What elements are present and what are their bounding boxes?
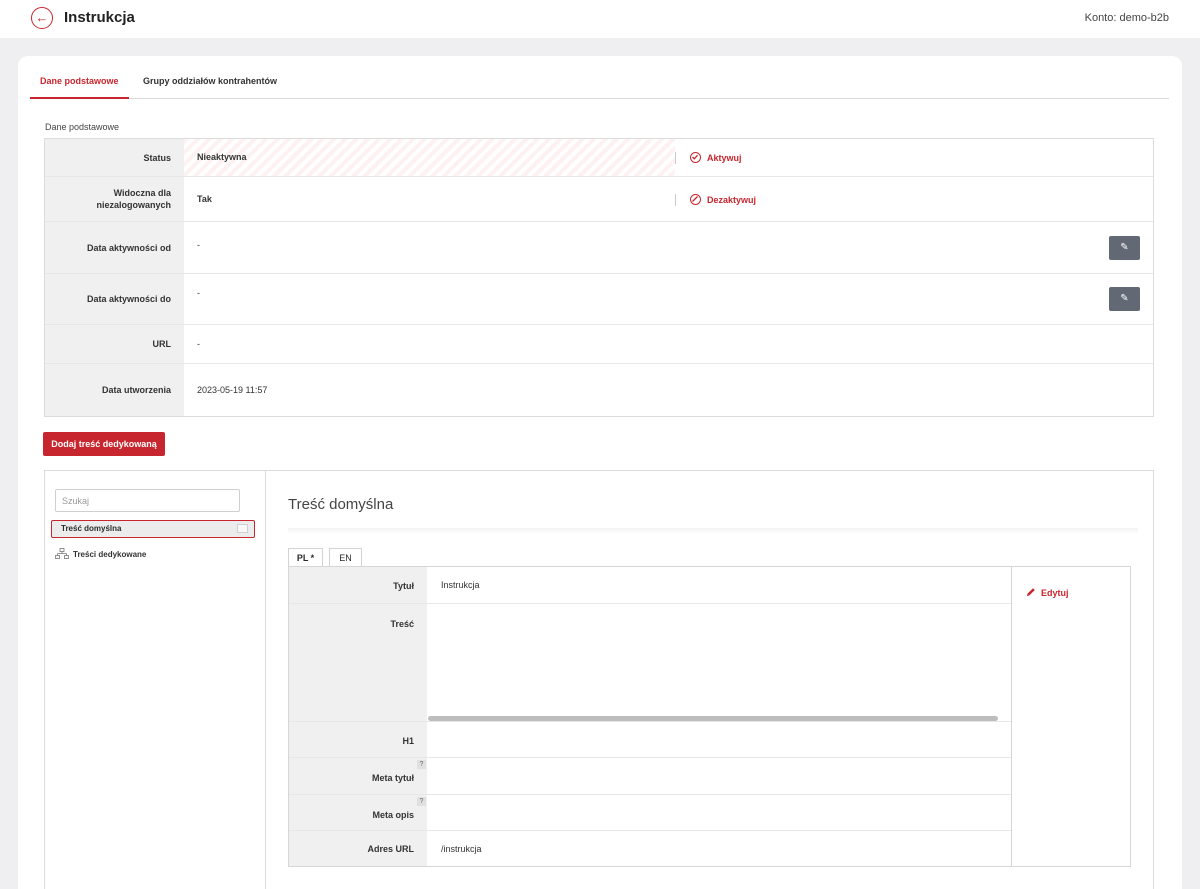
- divider: [288, 528, 1138, 534]
- main-card: Dane podstawowe Grupy oddziałów kontrahe…: [18, 56, 1182, 889]
- url-value: /instrukcja: [441, 844, 482, 854]
- url-value: -: [197, 339, 200, 349]
- date-from-value: -: [197, 240, 200, 250]
- content-fields-table: Tytuł Instrukcja Treść H1 Meta tytuł ? M…: [288, 566, 1131, 867]
- date-to-value: -: [197, 288, 200, 298]
- pencil-icon: [1026, 587, 1036, 599]
- actions-column: Edytuj: [1011, 567, 1130, 866]
- top-bar: ← Instrukcja Konto: demo-b2b: [0, 0, 1200, 38]
- deactivate-label: Dezaktywuj: [707, 194, 757, 205]
- separator: [675, 152, 676, 164]
- tab-branch-groups[interactable]: Grupy oddziałów kontrahentów: [133, 72, 293, 99]
- activate-label: Aktywuj: [707, 152, 742, 163]
- back-arrow-icon[interactable]: ←: [31, 7, 53, 29]
- edit-date-to-button[interactable]: ✎: [1109, 287, 1140, 311]
- row-h1: H1: [289, 722, 1011, 758]
- created-label: Data utworzenia: [45, 364, 184, 416]
- horizontal-scrollbar[interactable]: [428, 716, 998, 721]
- tree-item-default-content[interactable]: Treść domyślna: [51, 520, 255, 538]
- title-value: Instrukcja: [441, 580, 480, 590]
- row-body: Treść: [289, 604, 1011, 722]
- search-input[interactable]: [55, 489, 240, 512]
- account-label: Konto: demo-b2b: [1084, 12, 1169, 24]
- row-meta-title: Meta tytuł ?: [289, 758, 1011, 795]
- tree-item-label: Treść domyślna: [61, 524, 122, 533]
- page-title: Instrukcja: [64, 9, 135, 26]
- deactivate-button[interactable]: Dezaktywuj: [690, 194, 756, 205]
- h1-label: H1: [289, 722, 427, 757]
- row-date-from: Data aktywności od - ✎: [45, 222, 1153, 274]
- basic-data-table: Status Nieaktywna Aktywuj Widoczna dla n…: [44, 138, 1154, 417]
- activate-button[interactable]: Aktywuj: [690, 152, 742, 163]
- tab-bar: Dane podstawowe Grupy oddziałów kontrahe…: [30, 72, 1169, 99]
- url-label: Adres URL: [289, 831, 427, 866]
- row-title: Tytuł Instrukcja: [289, 567, 1011, 604]
- tab-basic-data[interactable]: Dane podstawowe: [30, 72, 129, 99]
- block-icon: [690, 194, 701, 205]
- row-url: Adres URL /instrukcja: [289, 831, 1011, 866]
- created-value: 2023-05-19 11:57: [197, 385, 268, 395]
- meta-desc-label: Meta opis: [289, 795, 427, 830]
- row-date-to: Data aktywności do - ✎: [45, 274, 1153, 325]
- content-panel: Treść domyślna Treści dedykowane Treść d…: [44, 470, 1154, 889]
- visible-label: Widoczna dla niezalogowanych: [45, 177, 184, 221]
- edit-content-button[interactable]: Edytuj: [1026, 587, 1069, 599]
- tree-item-dedicated-content[interactable]: Treści dedykowane: [55, 548, 146, 560]
- pencil-icon: ✎: [1120, 242, 1129, 253]
- title-label: Tytuł: [289, 567, 427, 603]
- content-title: Treść domyślna: [288, 496, 394, 513]
- date-to-label: Data aktywności do: [45, 274, 184, 324]
- status-label: Status: [45, 139, 184, 176]
- edit-label: Edytuj: [1041, 588, 1069, 598]
- pencil-icon: ✎: [1120, 293, 1129, 304]
- add-dedicated-content-button[interactable]: Dodaj treść dedykowaną: [43, 432, 165, 456]
- status-value: Nieaktywna: [197, 152, 247, 162]
- url-label: URL: [45, 325, 184, 363]
- meta-title-label: Meta tytuł: [289, 758, 427, 794]
- check-circle-icon: [690, 152, 701, 163]
- body-label: Treść: [289, 604, 427, 721]
- tab-lang-en[interactable]: EN: [329, 548, 362, 567]
- content-tree: Treść domyślna Treści dedykowane: [45, 471, 266, 889]
- row-url: URL -: [45, 325, 1153, 364]
- tab-lang-pl[interactable]: PL *: [288, 548, 323, 567]
- edit-date-from-button[interactable]: ✎: [1109, 236, 1140, 260]
- visible-value: Tak: [197, 194, 212, 204]
- separator: [675, 194, 676, 206]
- row-meta-desc: Meta opis ?: [289, 795, 1011, 831]
- section-label: Dane podstawowe: [45, 122, 120, 132]
- row-status: Status Nieaktywna Aktywuj: [45, 139, 1153, 177]
- row-created: Data utworzenia 2023-05-19 11:57: [45, 364, 1153, 416]
- help-icon[interactable]: ?: [417, 760, 426, 769]
- date-from-label: Data aktywności od: [45, 222, 184, 273]
- tree-structure-icon: [55, 548, 69, 560]
- tree-item-label: Treści dedykowane: [73, 549, 147, 559]
- inactive-stripes: [184, 139, 675, 176]
- help-icon[interactable]: ?: [417, 797, 426, 806]
- row-visible: Widoczna dla niezalogowanych Tak Dezakty…: [45, 177, 1153, 222]
- folder-icon: [237, 524, 248, 533]
